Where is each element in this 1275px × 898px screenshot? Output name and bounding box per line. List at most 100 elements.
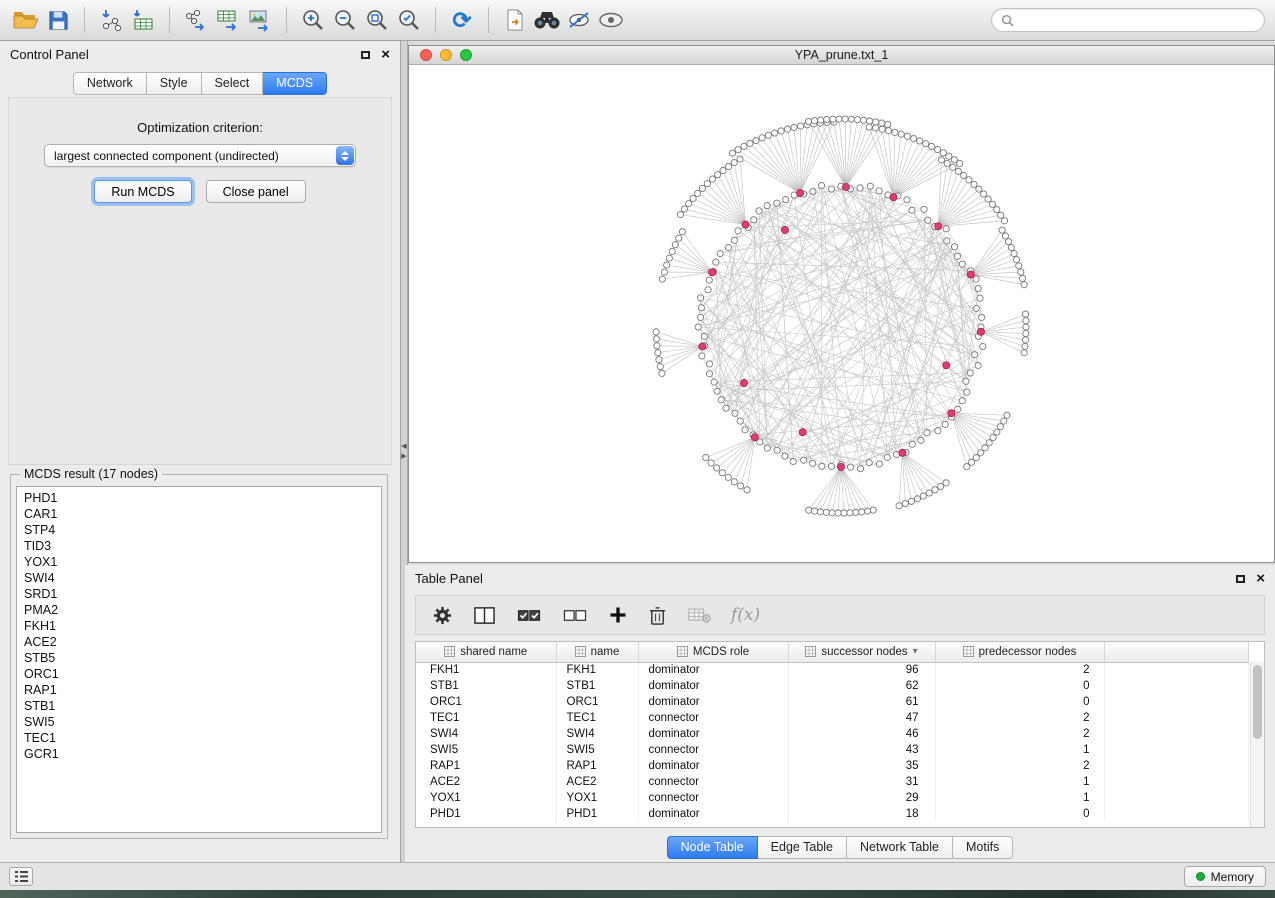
- column-header-shared-name[interactable]: shared name: [416, 642, 556, 662]
- predecessor-nodes-cell: 1: [935, 742, 1104, 758]
- show-columns-button[interactable]: [473, 603, 496, 627]
- mcds-result-item[interactable]: RAP1: [24, 682, 374, 698]
- tab-select[interactable]: Select: [202, 72, 264, 95]
- run-mcds-button[interactable]: Run MCDS: [94, 180, 191, 203]
- criterion-dropdown[interactable]: largest connected component (undirected): [44, 144, 356, 167]
- toolbar-search[interactable]: [991, 8, 1265, 32]
- tab-style[interactable]: Style: [147, 72, 202, 95]
- mcds-role-cell: dominator: [638, 678, 788, 694]
- table-row[interactable]: PHD1PHD1dominator180: [416, 806, 1249, 822]
- show-graphics-button[interactable]: [595, 4, 627, 36]
- select-all-button[interactable]: [516, 603, 542, 627]
- mcds-result-item[interactable]: STP4: [24, 522, 374, 538]
- table-row[interactable]: ORC1ORC1dominator610: [416, 694, 1249, 710]
- float-panel-icon[interactable]: [361, 51, 370, 59]
- control-panel-title: Control Panel: [10, 47, 89, 62]
- tab-network-table[interactable]: Network Table: [847, 836, 953, 859]
- zoom-fit-button[interactable]: [361, 4, 393, 36]
- tab-mcds[interactable]: MCDS: [263, 72, 327, 95]
- mcds-result-item[interactable]: PMA2: [24, 602, 374, 618]
- find-button[interactable]: [531, 4, 563, 36]
- status-menu-button[interactable]: [9, 867, 33, 886]
- mcds-result-item[interactable]: SWI4: [24, 570, 374, 586]
- save-session-button[interactable]: [42, 4, 74, 36]
- import-network-button[interactable]: [95, 4, 127, 36]
- close-window-icon[interactable]: [420, 49, 432, 61]
- table-row[interactable]: SWI4SWI4dominator462: [416, 726, 1249, 742]
- mcds-result-item[interactable]: TEC1: [24, 730, 374, 746]
- table-row[interactable]: FKH1FKH1dominator962: [416, 662, 1249, 678]
- table-row[interactable]: TEC1TEC1connector472: [416, 710, 1249, 726]
- mcds-result-item[interactable]: FKH1: [24, 618, 374, 634]
- refresh-button[interactable]: ⟳: [446, 4, 478, 36]
- open-file-button[interactable]: [10, 4, 42, 36]
- unselect-all-icon: [562, 605, 588, 626]
- search-input[interactable]: [1019, 13, 1255, 27]
- table-scrollbar[interactable]: [1250, 662, 1264, 827]
- network-canvas[interactable]: [409, 65, 1274, 562]
- tab-node-table[interactable]: Node Table: [667, 836, 758, 859]
- mcds-result-item[interactable]: PHD1: [24, 490, 374, 506]
- mcds-result-list[interactable]: PHD1CAR1STP4TID3YOX1SWI4SRD1PMA2FKH1ACE2…: [16, 486, 382, 833]
- style-preview-button[interactable]: [563, 4, 595, 36]
- collapse-right-icon[interactable]: ▶: [401, 453, 406, 460]
- binoculars-icon: [532, 9, 562, 31]
- mcds-result-item[interactable]: SWI5: [24, 714, 374, 730]
- delete-column-button[interactable]: [648, 603, 667, 627]
- successor-nodes-cell: 61: [788, 694, 935, 710]
- mcds-result-item[interactable]: ACE2: [24, 634, 374, 650]
- table-row[interactable]: STB1STB1dominator620: [416, 678, 1249, 694]
- export-table-icon: [215, 8, 241, 32]
- mcds-result-item[interactable]: GCR1: [24, 746, 374, 762]
- zoom-in-button[interactable]: [297, 4, 329, 36]
- table-row[interactable]: ACE2ACE2connector311: [416, 774, 1249, 790]
- import-table-button[interactable]: [127, 4, 159, 36]
- table-row[interactable]: RAP1RAP1dominator352: [416, 758, 1249, 774]
- close-panel-icon[interactable]: ×: [381, 47, 390, 62]
- export-table-button[interactable]: [212, 4, 244, 36]
- successor-nodes-cell: 31: [788, 774, 935, 790]
- unselect-all-button[interactable]: [562, 603, 588, 627]
- column-header-predecessor-nodes[interactable]: predecessor nodes: [935, 642, 1104, 662]
- memory-button[interactable]: Memory: [1184, 866, 1266, 887]
- column-sort-icon: [805, 646, 816, 657]
- memory-status-icon: [1196, 872, 1205, 881]
- table-row[interactable]: SWI5SWI5connector431: [416, 742, 1249, 758]
- network-window-titlebar[interactable]: YPA_prune.txt_1: [409, 46, 1274, 65]
- maximize-window-icon[interactable]: [460, 49, 472, 61]
- tab-network[interactable]: Network: [73, 72, 147, 95]
- filler-cell: [1104, 790, 1249, 806]
- scrollbar-thumb[interactable]: [1253, 665, 1262, 739]
- mcds-result-item[interactable]: ORC1: [24, 666, 374, 682]
- mcds-result-item[interactable]: TID3: [24, 538, 374, 554]
- table-disabled-icon: [687, 606, 711, 625]
- predecessor-nodes-cell: 0: [935, 694, 1104, 710]
- mcds-result-item[interactable]: YOX1: [24, 554, 374, 570]
- mcds-result-item[interactable]: SRD1: [24, 586, 374, 602]
- shared-name-cell: STB1: [416, 678, 556, 694]
- duplicate-network-button[interactable]: [499, 4, 531, 36]
- zoom-out-button[interactable]: [329, 4, 361, 36]
- column-header-name[interactable]: name: [556, 642, 638, 662]
- minimize-window-icon[interactable]: [440, 49, 452, 61]
- collapse-left-icon[interactable]: ◀: [401, 443, 406, 450]
- close-table-panel-icon[interactable]: ×: [1256, 571, 1265, 586]
- mcds-role-cell: connector: [638, 742, 788, 758]
- mcds-result-item[interactable]: STB1: [24, 698, 374, 714]
- mcds-result-item[interactable]: CAR1: [24, 506, 374, 522]
- zoom-selected-button[interactable]: [393, 4, 425, 36]
- float-table-panel-icon[interactable]: [1236, 575, 1245, 583]
- export-network-button[interactable]: [180, 4, 212, 36]
- column-header-successor-nodes[interactable]: successor nodes ▾: [788, 642, 935, 662]
- tab-edge-table[interactable]: Edge Table: [758, 836, 847, 859]
- filler-cell: [1104, 694, 1249, 710]
- table-settings-button[interactable]: [432, 603, 453, 627]
- add-column-button[interactable]: [608, 603, 628, 627]
- zoom-fit-icon: [364, 7, 390, 33]
- tab-motifs[interactable]: Motifs: [953, 836, 1013, 859]
- mcds-result-item[interactable]: STB5: [24, 650, 374, 666]
- close-panel-button[interactable]: Close panel: [206, 180, 306, 203]
- table-row[interactable]: YOX1YOX1connector291: [416, 790, 1249, 806]
- export-image-button[interactable]: [244, 4, 276, 36]
- column-header-mcds-role[interactable]: MCDS role: [638, 642, 788, 662]
